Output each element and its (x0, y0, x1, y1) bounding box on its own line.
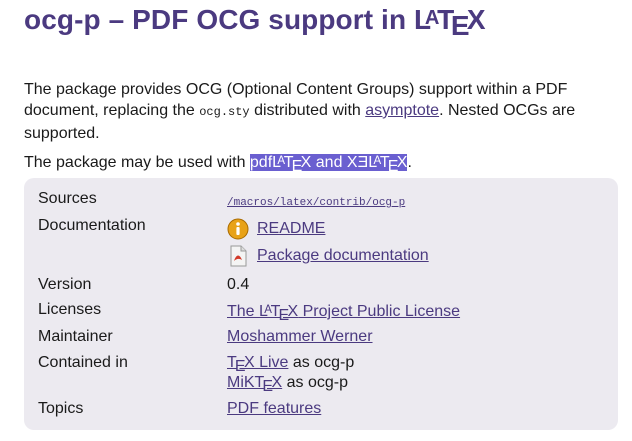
latex-logo-e: E (450, 10, 470, 42)
sources-link[interactable]: /macros/latex/contrib/ocg-p (227, 197, 405, 209)
miktex-link[interactable]: MiKTEX (227, 374, 282, 395)
sources-value: /macros/latex/contrib/ocg-p (227, 192, 405, 210)
and-text: and (311, 154, 347, 171)
pdf-prefix: pdf (249, 154, 273, 171)
contained-in-label: Contained in (38, 354, 128, 371)
description-text-2: distributed with (249, 102, 366, 119)
package-description: The package provides OCG (Optional Conte… (24, 79, 604, 144)
sources-label: Sources (38, 190, 97, 207)
topics-label: Topics (38, 400, 84, 417)
pdflatex-logo: LATEX (272, 154, 312, 175)
license-latex-logo: LATEX (259, 303, 299, 324)
documentation-pdf: Package documentation (227, 245, 429, 267)
licenses-label: Licenses (38, 301, 102, 318)
topic-pdf-features-link[interactable]: PDF features (227, 400, 321, 417)
engine-support-text: The package may be used with (24, 154, 250, 171)
latex-logo-a: A (424, 6, 440, 29)
asymptote-link[interactable]: asymptote (365, 102, 439, 119)
period: . (407, 154, 412, 171)
texlive-suffix: as ocg-p (288, 354, 355, 371)
xelatex-logo: LATEX (368, 154, 408, 175)
contained-miktex: MiKTEX as ocg-p (227, 374, 348, 395)
package-documentation-link[interactable]: Package documentation (257, 247, 429, 264)
miktex-suffix: as ocg-p (282, 374, 348, 391)
topics-value: PDF features (227, 400, 321, 418)
maintainer-link[interactable]: Moshammer Werner (227, 328, 373, 345)
maintainer-label: Maintainer (38, 328, 113, 345)
version-value: 0.4 (227, 276, 250, 293)
package-details: Sources /macros/latex/contrib/ocg-p Docu… (24, 178, 618, 430)
texlive-link[interactable]: TEX Live (227, 354, 288, 375)
selected-text: pdfLATEX and XƎLATEX (249, 154, 408, 175)
readme-link[interactable]: README (257, 220, 325, 237)
license-link[interactable]: The LATEX Project Public License (227, 303, 460, 324)
engine-support: The package may be used with pdfLATEX an… (24, 152, 604, 175)
page-title-text: ocg-p – PDF OCG support in (24, 4, 415, 35)
contained-texlive: TEX Live as ocg-p (227, 354, 355, 375)
documentation-label: Documentation (38, 217, 146, 234)
documentation-readme: README (227, 218, 325, 240)
readme-info-icon (227, 218, 249, 240)
ocg-sty-code: ocg.sty (199, 105, 250, 119)
license-value: The LATEX Project Public License (227, 303, 460, 324)
maintainer-value: Moshammer Werner (227, 328, 373, 346)
latex-logo: LATEX (414, 4, 486, 41)
xe-prefix: XƎ (346, 154, 369, 171)
version-label: Version (38, 276, 92, 293)
pdf-file-icon (227, 245, 249, 267)
page-title: ocg-p – PDF OCG support in LATEX (24, 4, 486, 41)
